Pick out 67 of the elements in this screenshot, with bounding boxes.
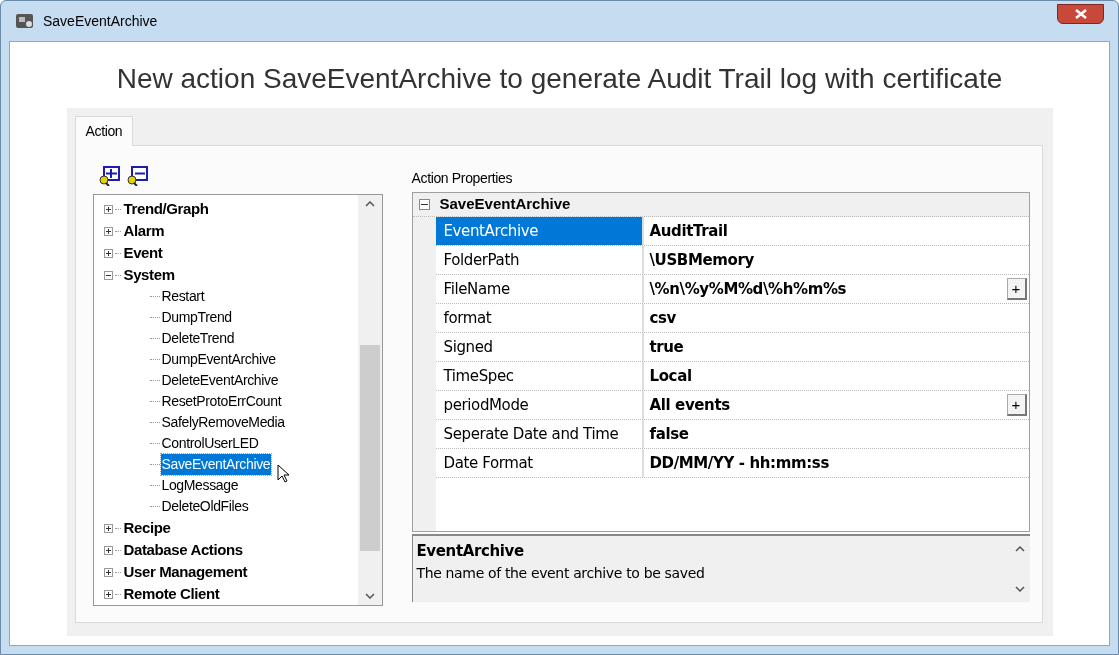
- tree-item[interactable]: Recipe: [122, 516, 172, 540]
- expand-all-icon[interactable]: [97, 166, 120, 186]
- property-value[interactable]: false: [649, 422, 689, 446]
- collapse-icon[interactable]: [103, 270, 113, 280]
- expand-icon[interactable]: [103, 204, 113, 214]
- tree-item[interactable]: DumpEventArchive: [160, 349, 277, 370]
- property-name[interactable]: FileName: [435, 275, 644, 303]
- tree-item[interactable]: SafelyRemoveMedia: [160, 412, 286, 433]
- property-name[interactable]: TimeSpec: [435, 362, 644, 390]
- property-name[interactable]: format: [435, 304, 644, 332]
- property-value[interactable]: AuditTrail: [649, 219, 728, 243]
- scroll-up-icon[interactable]: [1014, 546, 1025, 552]
- expand-icon[interactable]: [103, 567, 113, 577]
- property-value[interactable]: \%n\%y%M%d\%h%m%s: [649, 277, 847, 301]
- tree-item[interactable]: Alarm: [122, 219, 166, 243]
- scrollbar[interactable]: [357, 195, 382, 605]
- property-name[interactable]: EventArchive: [435, 217, 644, 245]
- collapse-all-icon[interactable]: [125, 166, 148, 186]
- heading: New action SaveEventArchive to generate Audit Trail log with certificate: [116, 62, 1003, 96]
- tree-item[interactable]: DumpTrend: [160, 307, 233, 328]
- property-value[interactable]: Local: [649, 364, 692, 388]
- tree-item[interactable]: Trend/Graph: [122, 197, 210, 221]
- property-value[interactable]: All events: [649, 393, 730, 417]
- property-name[interactable]: Date Format: [435, 449, 644, 477]
- expand-icon[interactable]: [103, 248, 113, 258]
- tree-item[interactable]: DeleteTrend: [160, 328, 236, 349]
- property-value[interactable]: DD/MM/YY - hh:mm:ss: [649, 451, 829, 475]
- tree-item[interactable]: ControlUserLED: [160, 433, 260, 454]
- close-icon: [1074, 9, 1087, 19]
- app-icon: [15, 12, 35, 30]
- property-value[interactable]: csv: [649, 306, 676, 330]
- section-label: Action Properties: [411, 169, 514, 188]
- tree-item[interactable]: DeleteEventArchive: [160, 370, 280, 391]
- description-title: EventArchive: [416, 541, 525, 562]
- close-button[interactable]: [1057, 4, 1104, 24]
- mouse-cursor-icon: [276, 464, 291, 484]
- expand-icon[interactable]: [103, 545, 113, 555]
- expand-button[interactable]: +: [1006, 278, 1027, 300]
- expand-icon[interactable]: [103, 226, 113, 236]
- property-value[interactable]: true: [649, 335, 684, 359]
- scroll-up-icon[interactable]: [364, 201, 375, 207]
- tree-item[interactable]: Database Actions: [122, 538, 244, 562]
- property-name[interactable]: FolderPath: [435, 246, 644, 274]
- window-title: SaveEventArchive: [43, 11, 158, 31]
- property-name[interactable]: Signed: [435, 333, 644, 361]
- tree-item[interactable]: Remote Client: [122, 582, 221, 605]
- category-label: SaveEventArchive: [439, 194, 571, 215]
- scroll-down-icon[interactable]: [364, 593, 375, 599]
- property-value[interactable]: \USBMemory: [649, 248, 754, 272]
- tree-item[interactable]: SaveEventArchive: [160, 454, 272, 475]
- expand-button[interactable]: +: [1006, 394, 1027, 416]
- tree-item[interactable]: LogMessage: [160, 475, 240, 496]
- tree-item[interactable]: User Management: [122, 560, 249, 584]
- tree-item[interactable]: Restart: [160, 286, 206, 307]
- description-text: The name of the event archive to be saved: [416, 563, 706, 583]
- scrollbar-thumb[interactable]: [359, 345, 380, 551]
- expand-icon[interactable]: [103, 589, 113, 599]
- tree-item[interactable]: ResetProtoErrCount: [160, 391, 283, 412]
- tree-item[interactable]: System: [122, 263, 176, 287]
- scroll-down-icon[interactable]: [1014, 586, 1025, 592]
- tree-item[interactable]: DeleteOldFiles: [160, 496, 250, 517]
- property-name[interactable]: periodMode: [435, 391, 644, 419]
- tab[interactable]: Action: [74, 116, 134, 146]
- property-name[interactable]: Seperate Date and Time: [435, 420, 644, 448]
- tree-item[interactable]: Event: [122, 241, 164, 265]
- collapse-toggle[interactable]: [418, 199, 430, 210]
- expand-icon[interactable]: [103, 523, 113, 533]
